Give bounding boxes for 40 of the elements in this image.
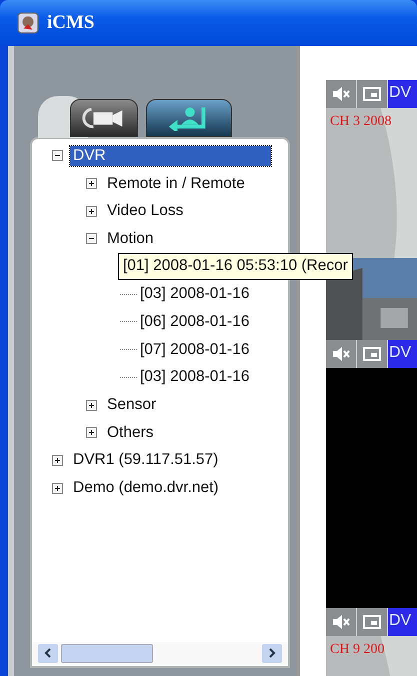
expand-icon[interactable] [86,178,97,190]
scroll-left-icon[interactable] [38,644,58,662]
expand-icon[interactable] [86,206,97,217]
display-icon[interactable] [357,80,388,108]
horizontal-scrollbar[interactable] [32,642,288,666]
tree-item[interactable]: Motion [104,228,157,249]
expand-icon[interactable] [86,400,97,411]
mute-icon[interactable] [326,340,357,368]
expand-icon[interactable] [52,454,63,466]
expand-icon[interactable] [86,427,97,438]
tree-item[interactable]: DVR1 (59.117.51.57) [70,450,222,470]
tree-item[interactable]: Video Loss [104,201,186,222]
display-icon[interactable] [357,608,388,636]
collapse-icon[interactable] [52,150,63,162]
display-icon[interactable] [357,340,388,368]
tab[interactable] [146,99,232,137]
scroll-right-icon[interactable] [262,644,282,662]
tree-item[interactable]: [07] 2008-01-16 [137,340,252,360]
tree-item[interactable]: [06] 2008-01-16 [137,312,252,332]
expand-icon[interactable] [52,482,63,494]
tree-item[interactable]: DVR [70,146,271,166]
camera-label: DV [388,83,412,103]
channel-caption: CH 9 200 [330,642,384,658]
channel-caption: CH 3 2008 [330,114,392,130]
tree-item[interactable]: Demo (demo.dvr.net) [70,478,222,498]
tree-item[interactable]: Remote in / Remote [104,174,248,194]
app-icon [17,12,39,34]
tree-item[interactable]: [03] 2008-01-16 [137,367,252,388]
collapse-icon[interactable] [86,233,97,244]
window-title: iCMS [47,12,94,34]
camera-label: DV [388,343,412,363]
tree-item[interactable]: Sensor [104,395,160,416]
mute-icon[interactable] [326,608,357,636]
tab[interactable] [70,99,138,137]
tree-item[interactable]: Others [104,422,157,443]
scrollbar-thumb[interactable] [61,644,153,662]
mute-icon[interactable] [326,80,357,108]
camera-label: DV [388,611,412,631]
tree-item[interactable]: [03] 2008-01-16 [137,284,252,304]
tooltip: [01] 2008-01-16 05:53:10 (Recor [118,252,353,280]
